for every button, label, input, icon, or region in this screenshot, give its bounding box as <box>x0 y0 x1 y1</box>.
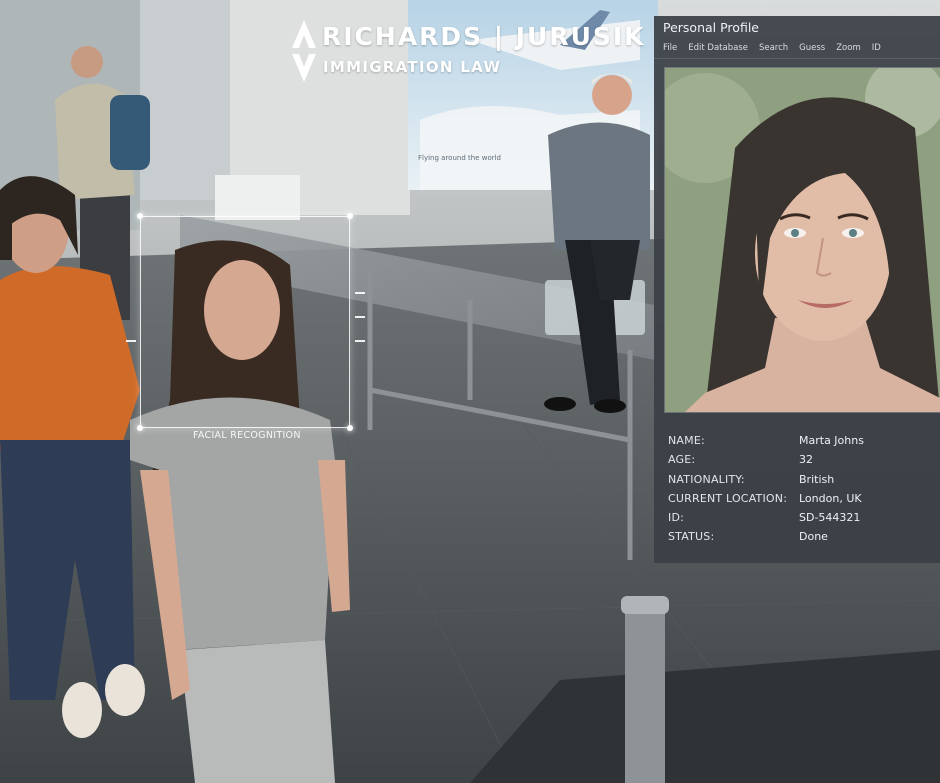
menu-edit-database[interactable]: Edit Database <box>688 43 748 53</box>
frame-corner-dot <box>347 425 353 431</box>
field-label: NATIONALITY: <box>668 472 745 486</box>
field-value-location: London, UK <box>799 491 862 505</box>
field-row-nationality: NATIONALITY: British <box>668 473 938 492</box>
field-label: AGE: <box>668 453 696 467</box>
field-value-name: Marta Johns <box>799 434 864 447</box>
field-value-nationality: British <box>799 472 835 486</box>
field-value-age: 32 <box>799 453 813 467</box>
field-label: ID: <box>668 511 685 525</box>
field-label: CURRENT LOCATION: <box>668 491 788 505</box>
brand-tagline: IMMIGRATION LAW <box>323 58 502 76</box>
brand-name: RICHARDS | JURUSIK <box>322 22 646 51</box>
field-row-location: CURRENT LOCATION: London, UK <box>668 492 938 511</box>
menu-search[interactable]: Search <box>759 43 788 53</box>
field-row-name: NAME: Marta Johns <box>668 434 938 453</box>
frame-corner-dot <box>137 425 143 431</box>
scan-tick <box>355 340 365 342</box>
window-title: Personal Profile <box>663 20 759 35</box>
field-value-status: Done <box>799 530 828 544</box>
field-value-id: SD-544321 <box>799 511 861 525</box>
frame-corner-dot <box>347 213 353 219</box>
menu-id[interactable]: ID <box>872 43 881 53</box>
poster-text: Flying around the world <box>418 154 501 162</box>
facial-recognition-label: FACIAL RECOGNITION <box>193 430 301 441</box>
scan-tick <box>355 292 365 294</box>
facial-recognition-frame <box>137 213 353 431</box>
personal-profile-window: Personal Profile File Edit Database Sear… <box>654 16 940 563</box>
field-label: STATUS: <box>668 530 715 544</box>
field-row-status: STATUS: Done <box>668 530 938 549</box>
menu-bar: File Edit Database Search Guess Zoom ID <box>663 43 881 53</box>
scan-tick <box>355 316 365 318</box>
portrait-image <box>665 68 940 412</box>
chevron-mark-icon <box>292 20 316 82</box>
scan-tick <box>126 340 136 342</box>
brand-logo: RICHARDS | JURUSIK IMMIGRATION LAW <box>292 20 652 86</box>
profile-photo <box>665 68 940 412</box>
menu-guess[interactable]: Guess <box>799 43 825 53</box>
menu-file[interactable]: File <box>663 43 677 53</box>
field-row-id: ID: SD-544321 <box>668 511 938 530</box>
profile-fields: NAME: Marta Johns AGE: 32 NATIONALITY: B… <box>668 434 938 550</box>
menu-zoom[interactable]: Zoom <box>836 43 861 53</box>
frame-corner-dot <box>137 213 143 219</box>
field-label: NAME: <box>668 434 705 447</box>
menu-divider <box>654 58 940 59</box>
field-row-age: AGE: 32 <box>668 453 938 472</box>
